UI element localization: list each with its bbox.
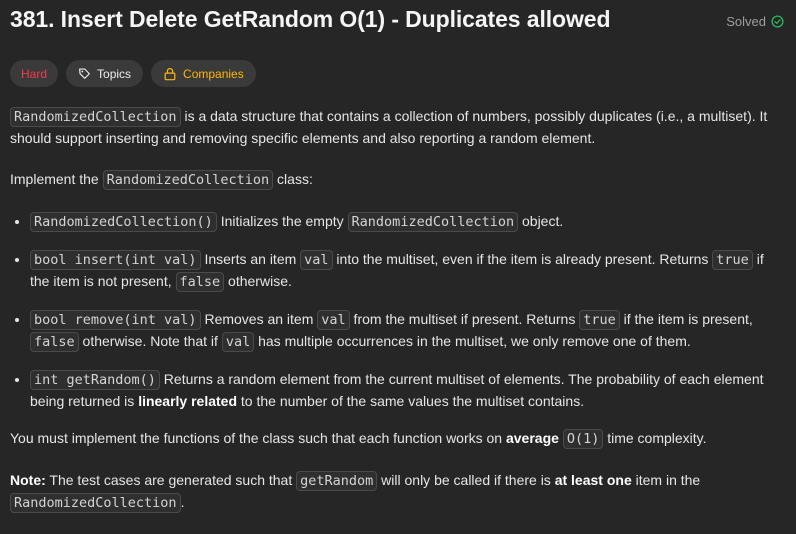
item-text: Removes an item	[200, 311, 318, 327]
paragraph-text: The test cases are generated such that	[45, 472, 297, 488]
difficulty-label: Hard	[21, 66, 48, 81]
item-text: otherwise.	[224, 273, 292, 289]
item-text: has multiple occurrences in the multiset…	[254, 333, 691, 349]
list-item: int getRandom() Returns a random element…	[30, 369, 786, 412]
inline-code: true	[579, 310, 620, 330]
method-signature: bool insert(int val)	[30, 250, 201, 270]
item-text: Initializes the empty	[216, 213, 348, 229]
list-item: RandomizedCollection() Initializes the e…	[30, 211, 786, 233]
list-item: bool insert(int val) Inserts an item val…	[30, 249, 786, 293]
item-text: from the multiset if present. Returns	[349, 311, 580, 327]
topics-button[interactable]: Topics	[66, 60, 144, 87]
bold-text: linearly related	[138, 393, 238, 409]
item-text: if the item is present,	[619, 311, 753, 327]
paragraph-text: will only be called if there is	[377, 472, 555, 488]
paragraph-text: .	[180, 494, 185, 510]
tag-row: Hard Topics Companies	[10, 60, 256, 87]
lock-icon	[163, 67, 177, 81]
method-signature: RandomizedCollection()	[30, 212, 217, 232]
item-text: to the number of the same values the mul…	[237, 393, 585, 409]
paragraph-text: class:	[273, 171, 313, 187]
implement-paragraph: Implement the RandomizedCollection class…	[10, 169, 786, 191]
inline-code: false	[175, 272, 225, 292]
item-text: Inserts an item	[200, 251, 301, 267]
problem-title[interactable]: 381. Insert Delete GetRandom O(1) - Dupl…	[10, 6, 611, 33]
inline-code: RandomizedCollection	[10, 493, 181, 513]
inline-code: RandomizedCollection	[102, 170, 274, 190]
companies-button[interactable]: Companies	[151, 60, 256, 87]
solved-status: Solved	[726, 14, 784, 29]
inline-code: val	[317, 310, 350, 330]
item-text: object.	[518, 213, 564, 229]
list-item: bool remove(int val) Removes an item val…	[30, 309, 786, 353]
companies-label: Companies	[183, 66, 244, 81]
topics-label: Topics	[97, 66, 132, 81]
paragraph-text: time complexity.	[603, 430, 707, 446]
inline-code: RandomizedCollection	[10, 107, 181, 127]
title-row: 381. Insert Delete GetRandom O(1) - Dupl…	[10, 6, 786, 38]
paragraph-text: Implement the	[10, 171, 103, 187]
inline-code: false	[30, 332, 79, 352]
bold-text: average	[505, 430, 559, 446]
complexity-paragraph: You must implement the functions of the …	[10, 428, 786, 450]
item-text: otherwise. Note that if	[78, 333, 222, 349]
method-signature: int getRandom()	[30, 370, 160, 390]
difficulty-badge: Hard	[10, 60, 59, 87]
item-text: into the multiset, even if the item is a…	[332, 251, 713, 267]
tag-icon	[78, 67, 91, 80]
method-list: RandomizedCollection() Initializes the e…	[10, 211, 786, 412]
paragraph-text: item in the	[631, 472, 701, 488]
inline-code: getRandom	[296, 471, 378, 491]
inline-code: val	[221, 332, 255, 352]
solved-label: Solved	[726, 14, 766, 29]
inline-code: val	[300, 250, 333, 270]
bold-text: at least one	[554, 472, 632, 488]
inline-code: RandomizedCollection	[347, 212, 519, 232]
inline-code: O(1)	[562, 429, 604, 449]
problem-content: RandomizedCollection is a data structure…	[10, 106, 786, 534]
check-circle-icon	[771, 15, 784, 28]
inline-code: true	[712, 250, 753, 270]
intro-paragraph: RandomizedCollection is a data structure…	[10, 106, 786, 149]
paragraph-text: You must implement the functions of the …	[10, 430, 506, 446]
note-label: Note:	[10, 472, 46, 488]
method-signature: bool remove(int val)	[30, 310, 201, 330]
note-paragraph: Note: The test cases are generated such …	[10, 470, 786, 514]
